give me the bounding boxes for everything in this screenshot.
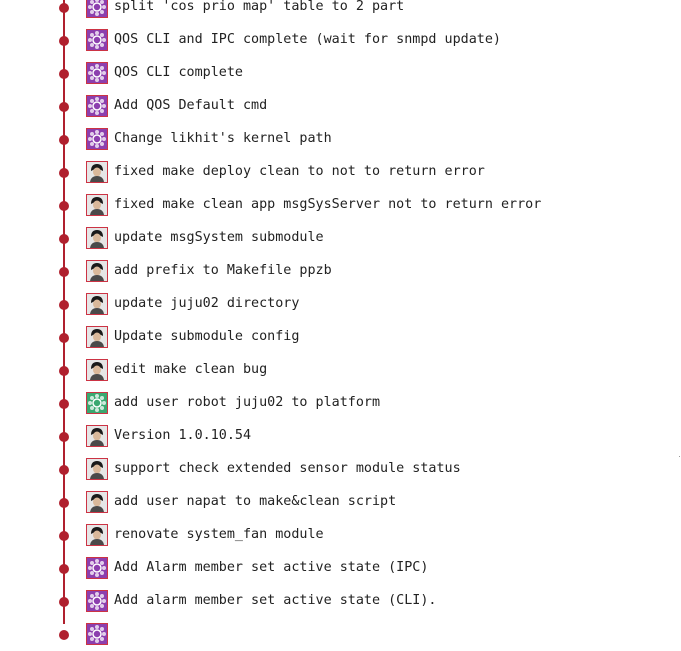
commit-node — [59, 234, 69, 244]
commit-row[interactable]: Change likhit's kernel path — [0, 123, 681, 156]
commit-node — [59, 465, 69, 475]
user-photo-avatar — [86, 524, 108, 546]
commit-row[interactable]: Add Alarm member set active state (IPC) — [0, 552, 681, 585]
commit-row[interactable]: Add QOS Default cmd — [0, 90, 681, 123]
commit-node — [59, 432, 69, 442]
commit-message: Change likhit's kernel path — [114, 131, 332, 146]
commit-node — [59, 498, 69, 508]
commit-message: add user robot juju02 to platform — [114, 395, 381, 410]
user-photo-avatar — [86, 491, 108, 513]
commit-node — [59, 267, 69, 277]
commit-row[interactable]: Update submodule config — [0, 321, 681, 354]
commit-message: edit make clean bug — [114, 362, 268, 377]
commit-node — [59, 102, 69, 112]
commit-message: fixed make clean app msgSysServer not to… — [114, 197, 542, 212]
commit-node — [59, 69, 69, 79]
commit-message: add prefix to Makefile ppzb — [114, 263, 332, 278]
commit-node — [59, 3, 69, 13]
purple-pattern-avatar — [86, 62, 108, 84]
commit-node — [59, 333, 69, 343]
commit-message: update msgSystem submodule — [114, 230, 324, 245]
purple-pattern-avatar — [86, 0, 108, 18]
commit-message: renovate system_fan module — [114, 527, 324, 542]
commit-message: split 'cos prio map' table to 2 part — [114, 0, 405, 14]
commit-message: Add QOS Default cmd — [114, 98, 268, 113]
commit-row[interactable]: Add alarm member set active state (CLI). — [0, 585, 681, 618]
user-photo-avatar — [86, 326, 108, 348]
commit-node — [59, 201, 69, 211]
commit-row[interactable]: QOS CLI complete — [0, 57, 681, 90]
commit-message: QOS CLI and IPC complete (wait for snmpd… — [114, 32, 501, 47]
commit-message: QOS CLI complete — [114, 65, 243, 80]
user-photo-avatar — [86, 359, 108, 381]
purple-pattern-avatar — [86, 557, 108, 579]
commit-message: Add Alarm member set active state (IPC) — [114, 560, 429, 575]
commit-row[interactable]: fixed make deploy clean to not to return… — [0, 156, 681, 189]
commit-node — [59, 168, 69, 178]
commit-row[interactable]: support check extended sensor module sta… — [0, 453, 681, 486]
commit-node — [59, 135, 69, 145]
commit-message: add user napat to make&clean script — [114, 494, 397, 509]
user-photo-avatar — [86, 293, 108, 315]
commit-message: support check extended sensor module sta… — [114, 461, 461, 476]
commit-row[interactable]: update juju02 directory — [0, 288, 681, 321]
commit-row[interactable]: Version 1.0.10.54 — [0, 420, 681, 453]
commit-row[interactable]: update msgSystem submodule — [0, 222, 681, 255]
commit-node — [59, 399, 69, 409]
commit-row[interactable]: edit make clean bug — [0, 354, 681, 387]
commit-message: Add alarm member set active state (CLI). — [114, 593, 437, 608]
user-photo-avatar — [86, 458, 108, 480]
commit-row[interactable]: QOS CLI and IPC complete (wait for snmpd… — [0, 24, 681, 57]
commit-list: split 'cos prio map' table to 2 part QOS … — [0, 0, 681, 645]
user-photo-avatar — [86, 194, 108, 216]
user-photo-avatar — [86, 227, 108, 249]
commit-message: Update submodule config — [114, 329, 300, 344]
commit-row[interactable]: add user napat to make&clean script — [0, 486, 681, 519]
commit-row[interactable]: renovate system_fan module — [0, 519, 681, 552]
purple-pattern-avatar — [86, 95, 108, 117]
commit-message: update juju02 directory — [114, 296, 300, 311]
commit-row[interactable]: fixed make clean app msgSysServer not to… — [0, 189, 681, 222]
user-photo-avatar — [86, 260, 108, 282]
commit-row[interactable]: split 'cos prio map' table to 2 part — [0, 0, 681, 24]
commit-row[interactable] — [0, 618, 681, 651]
commit-node — [59, 531, 69, 541]
green-pattern-avatar — [86, 392, 108, 414]
commit-node — [59, 366, 69, 376]
commit-node — [59, 630, 69, 640]
purple-pattern-avatar — [86, 623, 108, 645]
commit-node — [59, 300, 69, 310]
commit-row[interactable]: add prefix to Makefile ppzb — [0, 255, 681, 288]
user-photo-avatar — [86, 161, 108, 183]
purple-pattern-avatar — [86, 29, 108, 51]
commit-row[interactable]: add user robot juju02 to platform — [0, 387, 681, 420]
commit-node — [59, 564, 69, 574]
user-photo-avatar — [86, 425, 108, 447]
commit-node — [59, 597, 69, 607]
commit-node — [59, 36, 69, 46]
purple-pattern-avatar — [86, 128, 108, 150]
commit-message: fixed make deploy clean to not to return… — [114, 164, 485, 179]
commit-message: Version 1.0.10.54 — [114, 428, 252, 443]
purple-pattern-avatar — [86, 590, 108, 612]
